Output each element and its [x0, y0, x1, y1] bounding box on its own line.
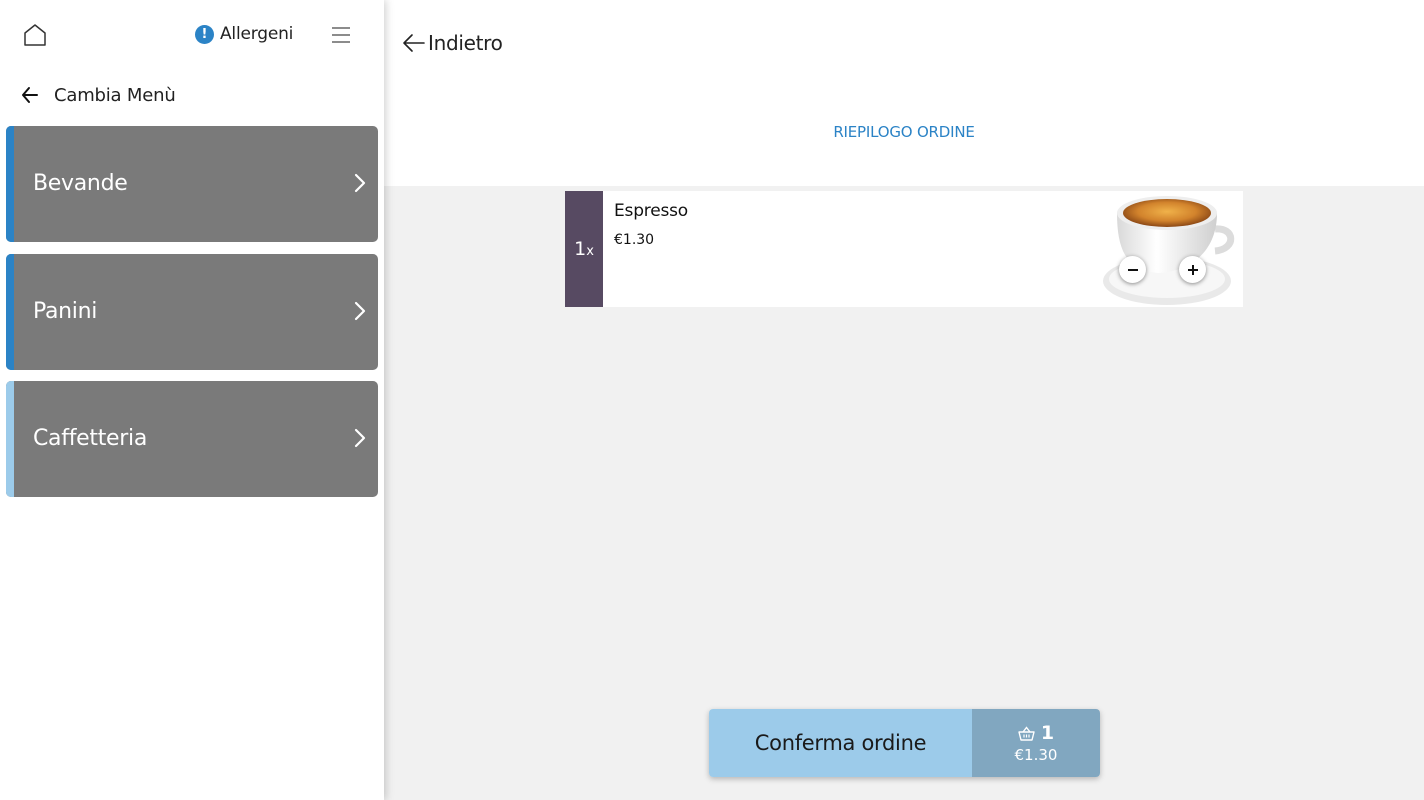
confirm-order-label: Conferma ordine: [754, 731, 927, 755]
category-bevande[interactable]: Bevande: [6, 126, 378, 242]
item-price: €1.30: [614, 232, 655, 248]
quantity-value: 1: [574, 238, 587, 260]
category-caffetteria[interactable]: Caffetteria: [6, 381, 378, 497]
category-label: Bevande: [33, 171, 128, 196]
cart-total: €1.30: [1014, 746, 1058, 764]
page-title: RIEPILOGO ORDINE: [833, 123, 975, 141]
back-button[interactable]: Indietro: [402, 30, 503, 56]
increase-quantity-button[interactable]: [1179, 256, 1206, 283]
cart-row: 1: [1018, 722, 1054, 744]
quantity-suffix: x: [586, 244, 594, 259]
allergens-label: Allergeni: [220, 24, 294, 44]
order-item: 1 x Espresso €1.30: [565, 191, 1243, 307]
hamburger-menu-icon[interactable]: [331, 25, 351, 45]
change-menu-button[interactable]: Cambia Menù: [20, 82, 176, 108]
confirm-order-button[interactable]: Conferma ordine: [709, 709, 972, 777]
sidebar-top-bar: ! Allergeni: [0, 0, 384, 70]
category-accent: [6, 381, 14, 497]
chevron-right-icon: [354, 301, 366, 321]
basket-icon: [1018, 725, 1035, 741]
cart-summary-button[interactable]: 1 €1.30: [972, 709, 1100, 777]
home-icon[interactable]: [22, 22, 48, 48]
item-name: Espresso: [614, 201, 688, 221]
info-alert-icon: !: [195, 24, 214, 44]
chevron-right-icon: [354, 428, 366, 448]
quantity-badge: 1 x: [565, 191, 603, 307]
arrow-left-icon: [403, 34, 425, 52]
chevron-right-icon: [354, 173, 366, 193]
category-accent: [6, 254, 14, 370]
category-accent: [6, 126, 14, 242]
decrease-quantity-button[interactable]: [1119, 256, 1146, 283]
plus-icon: [1187, 264, 1198, 275]
category-label: Panini: [33, 299, 98, 324]
category-label: Caffetteria: [33, 426, 147, 451]
minus-icon: [1127, 268, 1138, 271]
confirm-order-bar: Conferma ordine 1 €1.30: [709, 709, 1100, 777]
main-header: [384, 0, 1424, 186]
category-panini[interactable]: Panini: [6, 254, 378, 370]
back-label: Indietro: [428, 31, 503, 55]
espresso-cup-image: [1103, 196, 1235, 305]
cart-count: 1: [1040, 722, 1055, 744]
arrow-left-icon: [22, 87, 38, 103]
sidebar: ! Allergeni Cambia Menù Bevande Panini C…: [0, 0, 384, 800]
allergens-button[interactable]: ! Allergeni: [195, 24, 293, 44]
change-menu-label: Cambia Menù: [54, 84, 176, 106]
